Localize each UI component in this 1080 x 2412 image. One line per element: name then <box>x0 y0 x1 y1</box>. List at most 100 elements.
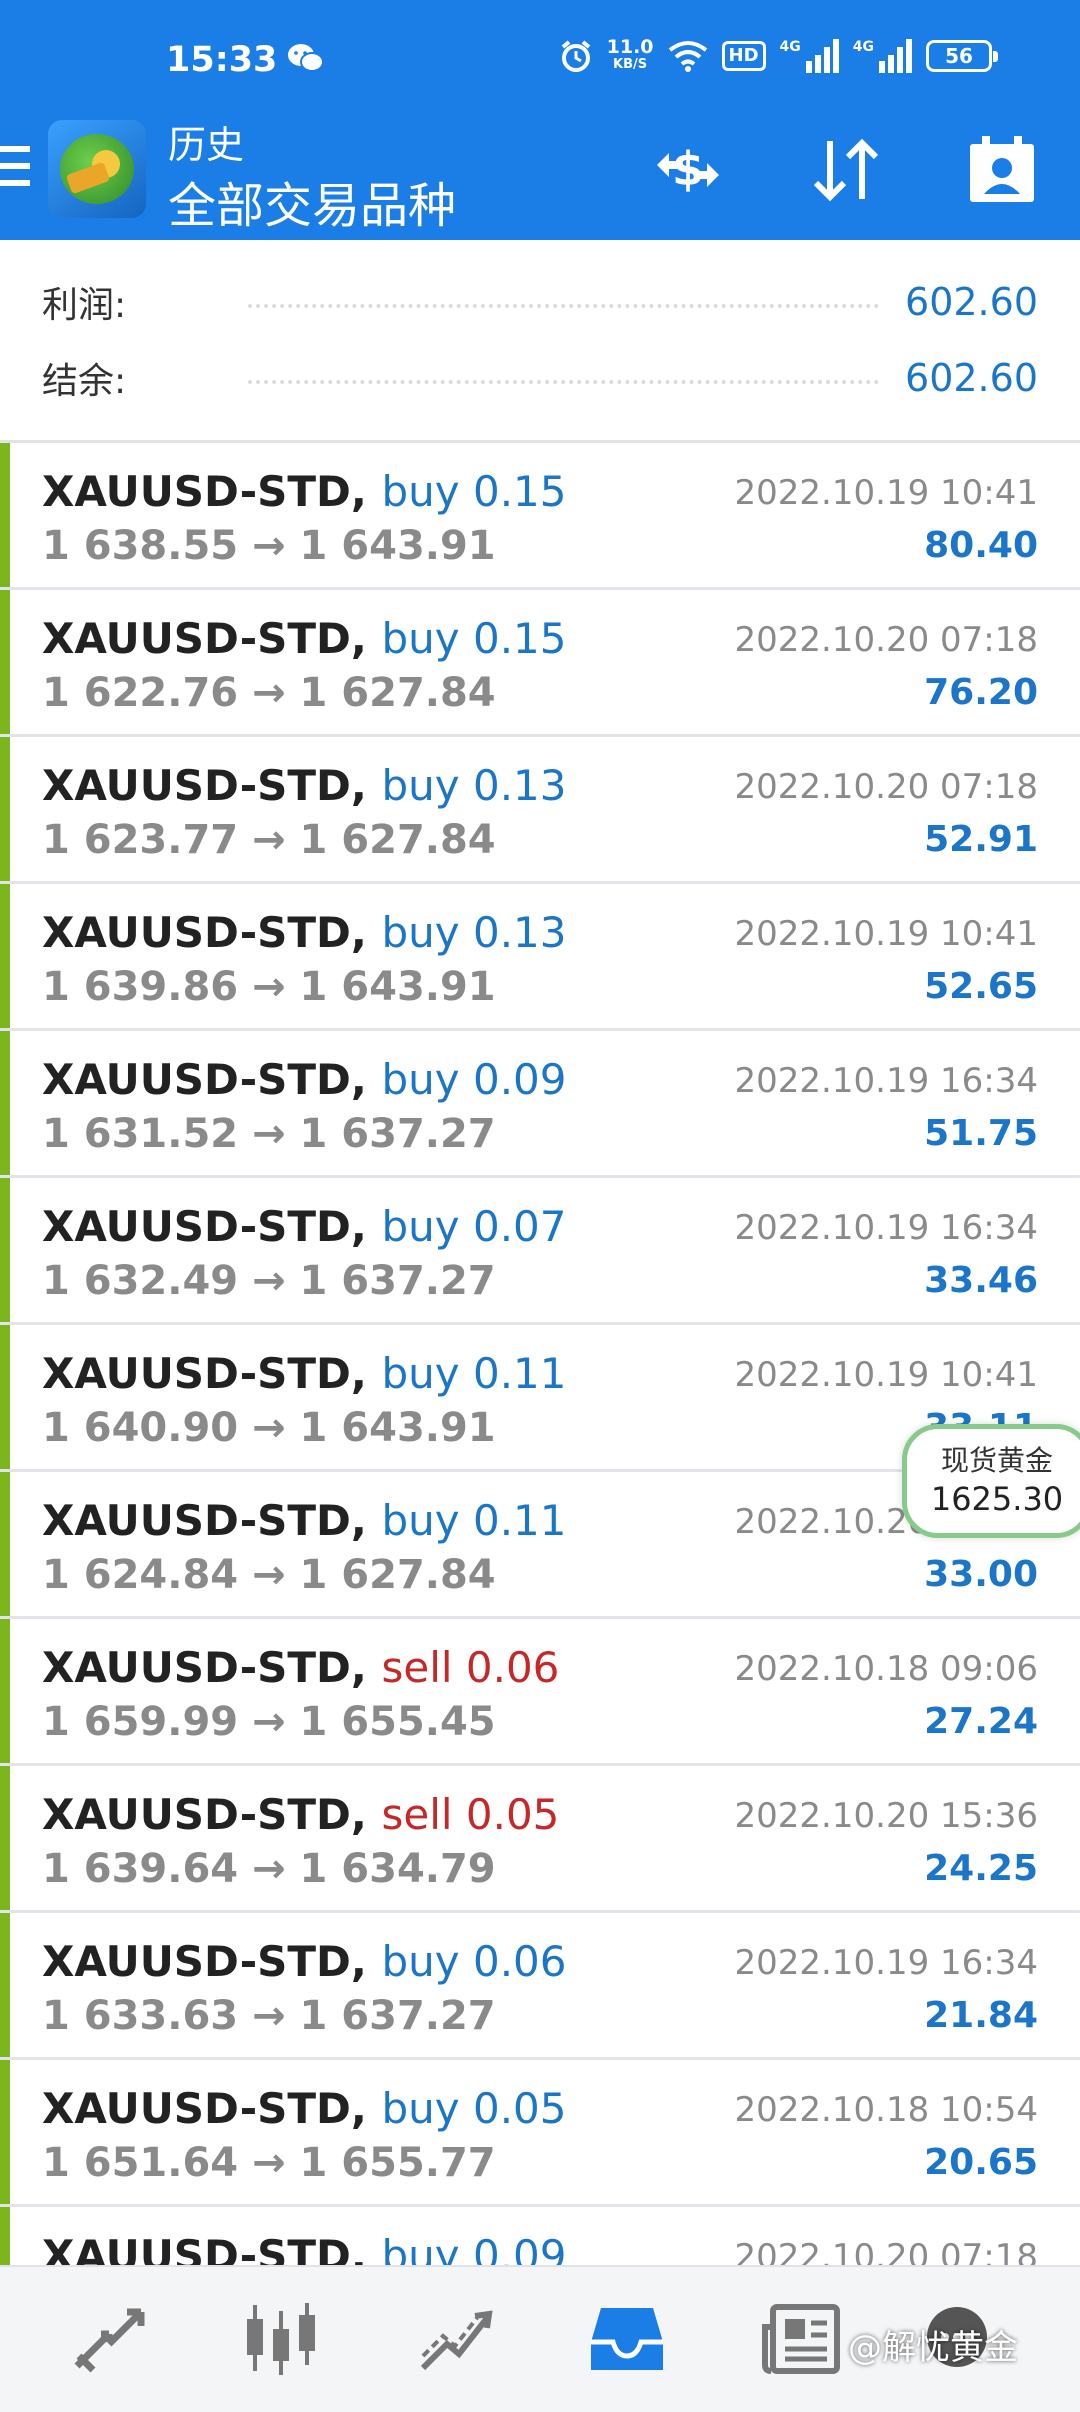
trade-volume: 0.05 <box>465 1790 560 1839</box>
wifi-icon <box>668 41 707 72</box>
trade-side: buy <box>381 467 460 516</box>
trade-profit: 76.20 <box>924 672 1038 713</box>
trade-profit: 33.46 <box>924 1260 1038 1301</box>
profit-label: 利润: <box>42 285 127 326</box>
contact-button[interactable] <box>962 130 1042 210</box>
trade-symbol: XAUUSD-STD, <box>42 614 367 663</box>
watermark: @解忧黄金 <box>848 2328 1018 2368</box>
trade-row[interactable]: XAUUSD-STD, buy 0.07 1 632.49 → 1 637.27 2… <box>0 1178 1080 1325</box>
trade-prices: 1 651.64 → 1 655.77 <box>42 2140 496 2186</box>
trade-prices: 1 638.55 → 1 643.91 <box>42 523 496 569</box>
net-speed: 11.0 KB/S <box>607 38 654 74</box>
trade-symbol: XAUUSD-STD, <box>42 761 367 810</box>
quotes-icon <box>74 2308 145 2373</box>
trade-volume: 0.05 <box>472 2084 567 2133</box>
nav-news[interactable] <box>756 2297 846 2381</box>
trade-side: buy <box>381 1202 460 1251</box>
arrow-icon: → <box>252 1111 286 1157</box>
trade-side: sell <box>381 1643 453 1692</box>
status-icons: 11.0 KB/S HD 4G 4G 56 <box>559 38 998 74</box>
trade-row[interactable]: XAUUSD-STD, buy 0.15 1 622.76 → 1 627.84 2… <box>0 590 1080 737</box>
trade-symbol-line: XAUUSD-STD, buy 0.11 <box>42 1496 566 1545</box>
arrow-icon: → <box>252 670 286 716</box>
trade-volume: 0.11 <box>472 1496 567 1545</box>
trade-volume: 0.09 <box>472 1055 567 1104</box>
dotted-leader <box>248 380 880 384</box>
trade-date: 2022.10.19 16:34 <box>734 1208 1038 1248</box>
trade-symbol-line: XAUUSD-STD, buy 0.13 <box>42 908 566 957</box>
trade-side: buy <box>381 1055 460 1104</box>
trade-row[interactable]: XAUUSD-STD, buy 0.09 2022.10.20 07:18 <box>0 2207 1080 2265</box>
net-speed-value: 11.0 <box>606 36 654 58</box>
trade-row[interactable]: XAUUSD-STD, sell 0.05 1 639.64 → 1 634.79… <box>0 1766 1080 1913</box>
breadcrumb: 历史 <box>168 123 245 167</box>
floating-price-value: 1625.30 <box>930 1480 1064 1518</box>
trade-row[interactable]: XAUUSD-STD, buy 0.05 1 651.64 → 1 655.77 2… <box>0 2060 1080 2207</box>
trade-side: buy <box>381 1496 460 1545</box>
trade-open-price: 1 633.63 <box>42 1993 239 2039</box>
trade-side: buy <box>381 2231 460 2265</box>
trade-profit: 80.40 <box>924 525 1038 566</box>
nav-quotes[interactable] <box>64 2297 154 2381</box>
trade-row[interactable]: XAUUSD-STD, buy 0.06 1 633.63 → 1 637.27 2… <box>0 1913 1080 2060</box>
trade-profit: 24.25 <box>924 1848 1038 1889</box>
trade-prices: 1 639.86 → 1 643.91 <box>42 964 496 1010</box>
trade-symbol: XAUUSD-STD, <box>42 1790 367 1839</box>
trade-symbol-line: XAUUSD-STD, buy 0.13 <box>42 761 566 810</box>
trade-open-price: 1 638.55 <box>42 523 239 569</box>
chart-candles-icon <box>247 2303 315 2375</box>
trade-prices: 1 639.64 → 1 634.79 <box>42 1846 496 1892</box>
trade-close-price: 1 643.91 <box>299 523 496 569</box>
arrow-icon: → <box>252 1405 286 1451</box>
trade-row[interactable]: XAUUSD-STD, buy 0.15 1 638.55 → 1 643.91 2… <box>0 443 1080 590</box>
trade-prices: 1 633.63 → 1 637.27 <box>42 1993 496 2039</box>
nav-history[interactable] <box>582 2297 672 2381</box>
trade-symbol: XAUUSD-STD, <box>42 1937 367 1986</box>
trade-profit: 52.65 <box>924 966 1038 1007</box>
trade-status-bar <box>0 2060 10 2204</box>
trade-date: 2022.10.20 15:36 <box>734 1796 1038 1836</box>
trade-date: 2022.10.20 07:18 <box>734 2237 1038 2265</box>
trade-open-price: 1 659.99 <box>42 1699 239 1745</box>
trade-open-price: 1 623.77 <box>42 817 239 863</box>
trade-history-list[interactable]: XAUUSD-STD, buy 0.15 1 638.55 → 1 643.91 2… <box>0 443 1080 2265</box>
trade-date: 2022.10.19 16:34 <box>734 1061 1038 1101</box>
trade-volume: 0.06 <box>472 1937 567 1986</box>
trade-date: 2022.10.19 16:34 <box>734 1943 1038 1983</box>
trade-close-price: 1 655.45 <box>299 1699 496 1745</box>
trade-symbol-line: XAUUSD-STD, buy 0.11 <box>42 1349 566 1398</box>
trade-symbol: XAUUSD-STD, <box>42 1349 367 1398</box>
menu-icon[interactable] <box>0 146 30 192</box>
trade-side: buy <box>381 614 460 663</box>
trade-symbol: XAUUSD-STD, <box>42 2084 367 2133</box>
trade-symbol-line: XAUUSD-STD, buy 0.09 <box>42 2231 566 2265</box>
trade-prices: 1 623.77 → 1 627.84 <box>42 817 496 863</box>
trade-status-bar <box>0 1619 10 1763</box>
trade-row[interactable]: XAUUSD-STD, buy 0.13 1 639.86 → 1 643.91 2… <box>0 884 1080 1031</box>
page-title[interactable]: 全部交易品种 <box>168 166 456 236</box>
trade-row[interactable]: XAUUSD-STD, buy 0.09 1 631.52 → 1 637.27 2… <box>0 1031 1080 1178</box>
trade-open-price: 1 632.49 <box>42 1258 239 1304</box>
trade-row[interactable]: XAUUSD-STD, buy 0.13 1 623.77 → 1 627.84 2… <box>0 737 1080 884</box>
trade-symbol-line: XAUUSD-STD, buy 0.09 <box>42 1055 566 1104</box>
balance-row: 结余: 602.60 <box>42 348 1038 408</box>
nav-charts[interactable] <box>236 2297 326 2381</box>
profit-row: 利润: 602.60 <box>42 272 1038 332</box>
balance-label: 结余: <box>42 361 127 402</box>
sort-button[interactable] <box>806 130 886 210</box>
floating-price-widget[interactable]: 现货黄金 1625.30 <box>902 1424 1080 1538</box>
trade-side-volume: sell 0.06 <box>381 1643 559 1692</box>
trade-close-price: 1 637.27 <box>299 1111 496 1157</box>
nav-trade[interactable] <box>412 2297 502 2381</box>
trade-volume: 0.06 <box>465 1643 560 1692</box>
trade-prices: 1 624.84 → 1 627.84 <box>42 1552 496 1598</box>
trade-prices: 1 632.49 → 1 637.27 <box>42 1258 496 1304</box>
deposit-withdraw-button[interactable]: $ <box>648 130 728 210</box>
floating-price-title: 现货黄金 <box>940 1444 1053 1477</box>
arrow-icon: → <box>252 1552 286 1598</box>
trade-date: 2022.10.18 10:54 <box>734 2090 1038 2130</box>
dotted-leader <box>248 304 880 308</box>
status-bar: 15:33 11.0 KB/S HD 4G 4G 56 <box>0 0 1080 122</box>
trade-row[interactable]: XAUUSD-STD, sell 0.06 1 659.99 → 1 655.45… <box>0 1619 1080 1766</box>
arrow-icon: → <box>252 1258 286 1304</box>
